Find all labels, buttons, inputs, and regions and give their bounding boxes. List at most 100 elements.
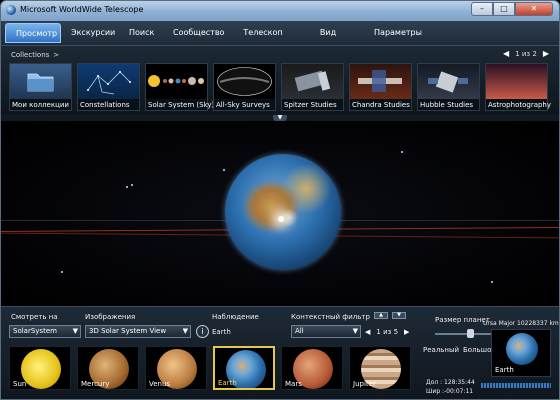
collection-astrophotography[interactable]: Astrophotography — [485, 63, 552, 111]
collection-spitzer[interactable]: Spitzer Studies — [281, 63, 344, 111]
collection-hubble[interactable]: Hubble Studies — [417, 63, 480, 111]
observation-value: Earth — [212, 328, 231, 336]
imagery-value: 3D Solar System View — [89, 327, 167, 335]
longitude-label: Дол : — [426, 379, 443, 386]
imagery-label: Изображения — [85, 313, 136, 321]
object-preview[interactable]: Earth — [491, 329, 551, 377]
scroll-up-icon[interactable]: ▲ — [374, 312, 388, 319]
earth-globe[interactable] — [225, 154, 341, 270]
collection-label: Мои коллекции — [12, 101, 69, 109]
collection-label: Spitzer Studies — [284, 101, 337, 109]
collections-breadcrumb[interactable]: Collections > — [11, 51, 59, 59]
look-at-select[interactable]: SolarSystem ▼ — [9, 325, 81, 338]
title-bar[interactable]: Microsoft WorldWide Telescope – □ ✕ — [1, 1, 559, 21]
collection-label: Astrophotography — [488, 101, 552, 109]
look-at-label: Смотреть на — [11, 313, 58, 321]
planet-earth[interactable]: Earth — [213, 346, 275, 390]
ribbon: Просмотр Экскурсии Поиск Сообщество Теле… — [1, 21, 559, 121]
sun-glare — [278, 216, 284, 222]
collection-label: Chandra Studies — [352, 101, 410, 109]
look-at-value: SolarSystem — [13, 327, 57, 335]
context-filter-label: Контекстный фильтр — [291, 313, 370, 321]
planet-strip: Sun Mercury Venus Earth Mars Jupiter — [9, 346, 411, 390]
minimize-button[interactable]: – — [471, 2, 493, 16]
maximize-button[interactable]: □ — [493, 2, 515, 16]
star — [61, 271, 63, 273]
star — [131, 184, 133, 186]
imagery-select[interactable]: 3D Solar System View ▼ — [85, 325, 191, 338]
spitzer-thumbnail — [282, 64, 343, 99]
planet-label: Venus — [149, 380, 171, 388]
window-title: Microsoft WorldWide Telescope — [20, 5, 144, 14]
planet-label: Jupiter — [353, 380, 376, 388]
latitude-label: Шир : — [426, 388, 445, 395]
collections-page-text: 1 из 2 — [515, 49, 537, 58]
star — [223, 169, 225, 171]
close-button[interactable]: ✕ — [515, 2, 553, 16]
collection-my-collections[interactable]: Мои коллекции — [9, 63, 72, 111]
astrophotography-thumbnail — [486, 64, 547, 99]
info-icon[interactable]: i — [196, 325, 209, 338]
hubble-thumbnail — [418, 64, 479, 99]
planet-label: Earth — [218, 379, 237, 387]
chevron-right-icon: > — [53, 51, 60, 59]
scroll-down-icon[interactable]: ▼ — [392, 312, 406, 319]
chevron-down-icon: ▼ — [182, 327, 188, 335]
tab-view-menu[interactable]: Вид — [293, 23, 363, 43]
chevron-down-icon: ▼ — [352, 327, 358, 335]
pager-prev-icon[interactable]: ◀ — [365, 328, 370, 336]
planet-label: Mercury — [81, 380, 110, 388]
latitude-value: -00:07:11 — [444, 388, 474, 395]
constellation-name: Ursa Major — [483, 320, 516, 327]
sun-thumbnail — [21, 349, 61, 389]
collection-constellations[interactable]: Constellations — [77, 63, 140, 111]
planet-pager: ◀ 1 из 5 ▶ — [365, 328, 409, 336]
collection-all-sky[interactable]: All-Sky Surveys — [213, 63, 276, 111]
tab-telescope[interactable]: Телескоп — [233, 23, 293, 43]
chandra-thumbnail — [350, 64, 411, 99]
collections-pager: ◀ 1 из 2 ▶ — [503, 49, 549, 58]
collection-solar-system[interactable]: Solar System (Sky) — [145, 63, 214, 111]
tab-view[interactable]: Просмотр — [5, 23, 61, 43]
solar-system-thumbnail — [146, 64, 207, 99]
constellation-thumbnail — [78, 64, 139, 99]
earth-preview-thumbnail — [506, 333, 538, 365]
bottom-panel: Смотреть на SolarSystem ▼ Изображения 3D … — [1, 306, 559, 399]
collection-label: Constellations — [80, 101, 130, 109]
collection-label: Solar System (Sky) — [148, 101, 215, 109]
tab-community[interactable]: Сообщество — [163, 23, 233, 43]
pager-next-icon[interactable]: ▶ — [543, 49, 549, 58]
collection-chandra[interactable]: Chandra Studies — [349, 63, 412, 111]
observation-label: Наблюдение — [212, 313, 259, 321]
window-controls: – □ ✕ — [471, 2, 553, 17]
telescope-app-icon — [6, 5, 16, 15]
planet-jupiter[interactable]: Jupiter — [349, 346, 411, 390]
chevron-down-icon: ▼ — [72, 327, 78, 335]
tab-tours[interactable]: Экскурсии — [61, 23, 119, 43]
main-window: Microsoft WorldWide Telescope – □ ✕ Прос… — [0, 0, 560, 400]
planet-sun[interactable]: Sun — [9, 346, 71, 390]
tab-search[interactable]: Поиск — [119, 23, 163, 43]
tab-settings[interactable]: Параметры — [363, 23, 433, 43]
context-filter-select[interactable]: All ▼ — [291, 325, 361, 338]
star — [491, 281, 493, 283]
collection-label: Hubble Studies — [420, 101, 474, 109]
planet-mercury[interactable]: Mercury — [77, 346, 139, 390]
context-filter-value: All — [295, 327, 304, 335]
longitude-value: 128:35:44 — [444, 379, 475, 386]
loading-progress-bar — [481, 383, 551, 388]
planet-venus[interactable]: Venus — [145, 346, 207, 390]
collections-label: Collections — [11, 51, 50, 59]
planet-size-slider-knob[interactable] — [467, 329, 474, 338]
sky-view[interactable] — [1, 121, 559, 306]
planet-label: Sun — [13, 380, 27, 388]
planet-size-min: Реальный — [423, 346, 460, 354]
pager-prev-icon[interactable]: ◀ — [503, 49, 509, 58]
preview-label: Earth — [495, 366, 514, 374]
all-sky-thumbnail — [214, 64, 275, 99]
planet-mars[interactable]: Mars — [281, 346, 343, 390]
main-tabs: Просмотр Экскурсии Поиск Сообщество Теле… — [5, 23, 433, 43]
folder-icon — [10, 64, 71, 99]
pager-next-icon[interactable]: ▶ — [404, 328, 409, 336]
star — [401, 151, 403, 153]
